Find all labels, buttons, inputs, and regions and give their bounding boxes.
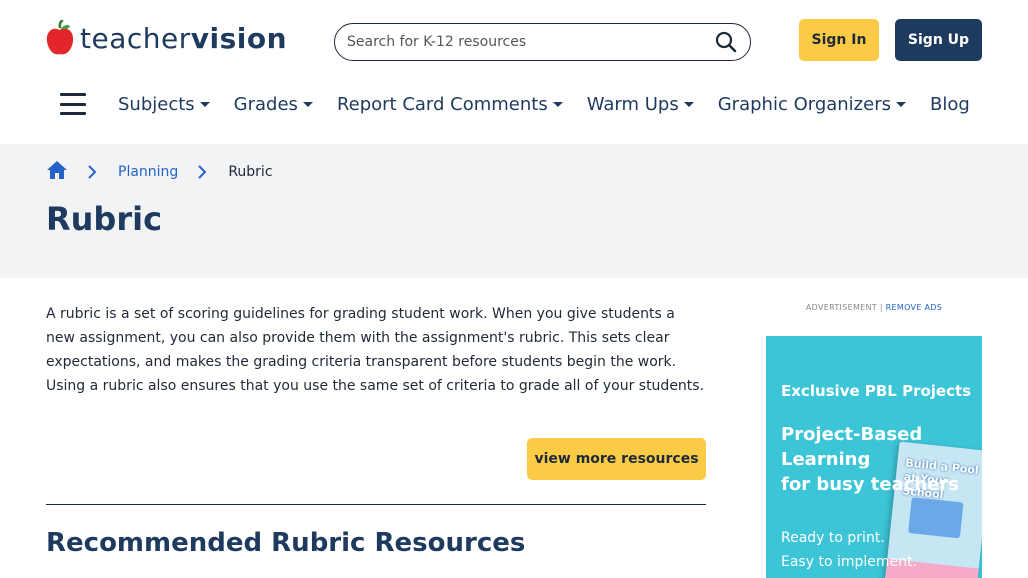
nav-item-label: Warm Ups: [586, 93, 679, 115]
nav-item-report-card-comments[interactable]: Report Card Comments: [337, 94, 563, 115]
nav-item-label: Grades: [233, 93, 298, 115]
chevron-right-icon: [198, 165, 207, 179]
ad-headline-line: Learning: [781, 449, 871, 470]
breadcrumb-link-planning[interactable]: Planning: [118, 164, 178, 180]
logo-part-vision: vision: [190, 21, 288, 55]
caret-down-icon: [302, 101, 313, 107]
page-title: Rubric: [46, 200, 163, 238]
ad-body: Ready to print. Easy to implement.: [781, 526, 917, 574]
ad-body-line: Ready to print.: [781, 530, 885, 546]
caret-down-icon: [199, 101, 210, 107]
remove-ads-link[interactable]: REMOVE ADS: [886, 303, 942, 312]
advertisement-label: ADVERTISEMENT | REMOVE ADS: [766, 303, 982, 312]
sign-in-button[interactable]: Sign In: [799, 19, 879, 61]
nav-item-warm-ups[interactable]: Warm Ups: [587, 94, 694, 115]
sign-up-button[interactable]: Sign Up: [895, 19, 982, 61]
ad-headline-line: Project-Based: [781, 424, 923, 445]
view-more-resources-button[interactable]: view more resources: [527, 438, 706, 480]
search-bar: [334, 23, 751, 61]
site-header: teachervision Sign In Sign Up Subjects G…: [0, 0, 1028, 144]
caret-down-icon: [895, 101, 906, 107]
caret-down-icon: [683, 101, 694, 107]
recommended-section-title: Recommended Rubric Resources: [46, 528, 526, 558]
nav-item-grades[interactable]: Grades: [234, 94, 313, 115]
nav-item-label: Blog: [929, 93, 970, 115]
nav-item-blog[interactable]: Blog: [930, 94, 970, 115]
nav-item-subjects[interactable]: Subjects: [118, 94, 210, 115]
teachervision-logo[interactable]: teachervision: [46, 20, 287, 56]
main-nav: Subjects Grades Report Card Comments War…: [60, 86, 994, 122]
nav-item-label: Report Card Comments: [336, 93, 548, 115]
ad-headline: Project-Based Learning for busy teachers: [781, 422, 961, 497]
logo-wordmark: teachervision: [80, 22, 287, 55]
section-divider: [46, 504, 706, 505]
ad-label-text: ADVERTISEMENT |: [805, 303, 883, 312]
home-icon[interactable]: [46, 160, 68, 184]
apple-icon: [46, 20, 74, 55]
nav-item-label: Graphic Organizers: [717, 93, 891, 115]
hamburger-menu-icon[interactable]: [60, 93, 86, 115]
ad-body-line: Easy to implement.: [781, 554, 917, 570]
breadcrumb: Planning Rubric: [46, 160, 273, 184]
chevron-right-icon: [88, 165, 96, 179]
ad-headline-line: for busy teachers: [781, 474, 959, 495]
nav-item-graphic-organizers[interactable]: Graphic Organizers: [718, 94, 906, 115]
nav-item-label: Subjects: [118, 93, 195, 115]
ad-heading: Exclusive PBL Projects: [781, 382, 972, 400]
page-description: A rubric is a set of scoring guidelines …: [46, 306, 705, 394]
breadcrumb-current: Rubric: [228, 164, 273, 180]
search-icon[interactable]: [714, 30, 738, 54]
caret-down-icon: [552, 101, 563, 107]
search-input[interactable]: [347, 34, 714, 50]
ad-banner[interactable]: Exclusive PBL Projects Build a Pool at Y…: [766, 336, 982, 578]
logo-part-teacher: teacher: [80, 21, 191, 55]
